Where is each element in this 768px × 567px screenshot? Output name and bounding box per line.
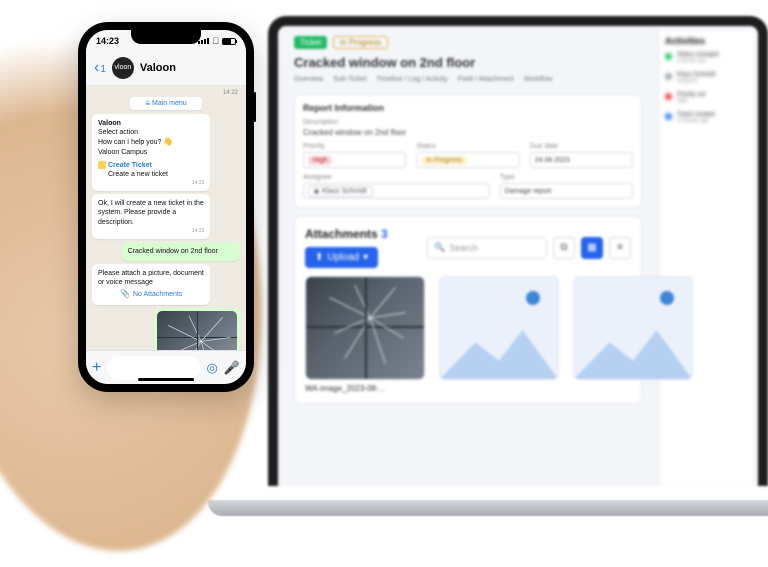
no-attachments-action[interactable]: 📎 No Attachments	[98, 289, 204, 299]
menu-icon: ≡	[145, 99, 150, 108]
sun-icon	[660, 291, 674, 305]
activity-item: Klaus Schmidtassigned	[665, 72, 748, 84]
description-label: Description	[303, 119, 633, 126]
attachment-item[interactable]: WA-image_2023-08-...	[305, 276, 425, 393]
status-select[interactable]: In Progress	[416, 152, 519, 168]
avatar-dot-icon	[314, 189, 319, 194]
tab-field[interactable]: Field / Attachment	[458, 76, 514, 86]
ticket-status-bar: Ticket In Progress	[294, 36, 642, 49]
chevron-down-icon: ▾	[363, 252, 368, 263]
home-indicator	[138, 378, 194, 381]
attachments-title: Attachments	[305, 227, 378, 241]
attachment-thumbnail-placeholder	[439, 276, 559, 380]
message-input[interactable]	[107, 356, 200, 380]
signal-icon	[198, 38, 209, 44]
filter-button[interactable]: ⧉	[553, 237, 575, 259]
ticket-badge: Ticket	[294, 36, 327, 49]
phone-screen: 14:23 􀙇 ‹1 vloon Valoon 14:22 ≡ Main men…	[86, 30, 246, 384]
upload-button[interactable]: ⬆ Upload ▾	[305, 247, 378, 268]
attach-plus-button[interactable]: +	[92, 359, 101, 377]
filter-icon: ⧉	[560, 242, 567, 253]
activities-title: Activities	[665, 36, 748, 46]
tab-timeline[interactable]: Timeline / Log / Activity	[376, 76, 447, 86]
tab-sub[interactable]: Sub-Ticket	[333, 76, 366, 86]
activity-item: Status changeda minute ago	[665, 52, 748, 64]
camera-button[interactable]: ◎	[206, 360, 217, 376]
activity-sidebar: Activities Status changeda minute ago Kl…	[658, 30, 754, 486]
status-dot-icon	[665, 93, 672, 100]
create-ticket-action[interactable]: Create Ticket	[98, 161, 204, 170]
bot-welcome-bubble: Valoon Select action How can I help you?…	[92, 114, 210, 191]
progress-badge: In Progress	[333, 36, 388, 49]
microphone-button[interactable]: 🎤	[224, 360, 240, 376]
grid-view-button[interactable]: ▦	[581, 237, 603, 259]
type-select[interactable]: Damage report	[500, 183, 633, 199]
search-icon: 🔍	[434, 242, 445, 253]
crack-illustration-icon	[306, 277, 424, 379]
priority-select[interactable]: High	[303, 152, 406, 168]
mountain-icon	[574, 318, 692, 379]
sun-icon	[526, 291, 540, 305]
laptop-screen: Activities Status changeda minute ago Kl…	[268, 16, 768, 486]
status-dot-icon	[665, 73, 672, 80]
list-icon: ≡	[617, 242, 623, 253]
wave-emoji-icon: 👋	[163, 137, 173, 146]
grid-icon: ▦	[587, 242, 596, 253]
list-view-button[interactable]: ≡	[609, 237, 631, 259]
attachments-card: Attachments 3 ⬆ Upload ▾ 🔍 Searc	[294, 216, 642, 404]
status-time: 14:23	[96, 36, 119, 46]
user-image-bubble[interactable]	[154, 308, 240, 350]
tab-overview[interactable]: Overview	[294, 76, 323, 86]
due-date-input[interactable]: 24.08.2023	[530, 152, 633, 168]
attachments-count: 3	[381, 227, 388, 241]
main-menu-pill[interactable]: ≡ Main menu	[130, 97, 202, 110]
wifi-icon: 􀙇	[212, 36, 219, 46]
laptop-frame: Activities Status changeda minute ago Kl…	[238, 16, 768, 516]
back-button[interactable]: ‹1	[94, 59, 106, 77]
ticket-title: Cracked window on 2nd floor	[294, 55, 642, 70]
attachment-caption: WA-image_2023-08-...	[305, 384, 425, 393]
user-description-bubble: Cracked window on 2nd floor	[122, 242, 240, 261]
ticket-tabs: Overview Sub-Ticket Timeline / Log / Act…	[294, 76, 642, 86]
mountain-icon	[440, 318, 558, 379]
bot-ack-bubble: Ok, I will create a new ticket in the sy…	[92, 194, 210, 239]
attachment-thumbnail-placeholder	[573, 276, 693, 380]
report-info-card: Report Information Description Cracked w…	[294, 94, 642, 208]
status-dot-icon	[665, 113, 672, 120]
upload-icon: ⬆	[315, 252, 323, 263]
chat-header: ‹1 vloon Valoon	[86, 50, 246, 86]
attachment-item[interactable]	[439, 276, 559, 393]
assignee-select[interactable]: Klaus Schmidt	[303, 183, 490, 199]
attachment-thumbnail	[305, 276, 425, 380]
report-info-title: Report Information	[303, 103, 633, 113]
cracked-window-photo	[157, 311, 237, 350]
tab-workflow[interactable]: Workflow	[524, 76, 553, 86]
chat-contact-name[interactable]: Valoon	[140, 62, 176, 74]
phone-frame: 14:23 􀙇 ‹1 vloon Valoon 14:22 ≡ Main men…	[78, 22, 254, 392]
battery-icon	[222, 38, 236, 45]
paperclip-icon: 📎	[120, 289, 130, 299]
description-value: Cracked window on 2nd floor	[303, 128, 633, 137]
laptop-base	[208, 500, 768, 516]
phone-notch	[131, 30, 201, 44]
attachment-item[interactable]	[573, 276, 693, 393]
bot-attach-prompt-bubble: Please attach a picture, document or voi…	[92, 264, 210, 305]
activity-item: Priority setHigh	[665, 92, 748, 104]
avatar[interactable]: vloon	[112, 57, 134, 79]
ticket-icon	[98, 161, 106, 169]
chat-body[interactable]: 14:22 ≡ Main menu Valoon Select action H…	[86, 86, 246, 350]
chat-timestamp: 14:22	[94, 90, 238, 96]
status-dot-icon	[665, 53, 672, 60]
phone-side-button	[254, 92, 256, 122]
activity-item: Ticket created2 minutes ago	[665, 112, 748, 124]
attachments-search[interactable]: 🔍 Search	[427, 237, 547, 259]
crack-illustration-icon	[157, 311, 237, 350]
